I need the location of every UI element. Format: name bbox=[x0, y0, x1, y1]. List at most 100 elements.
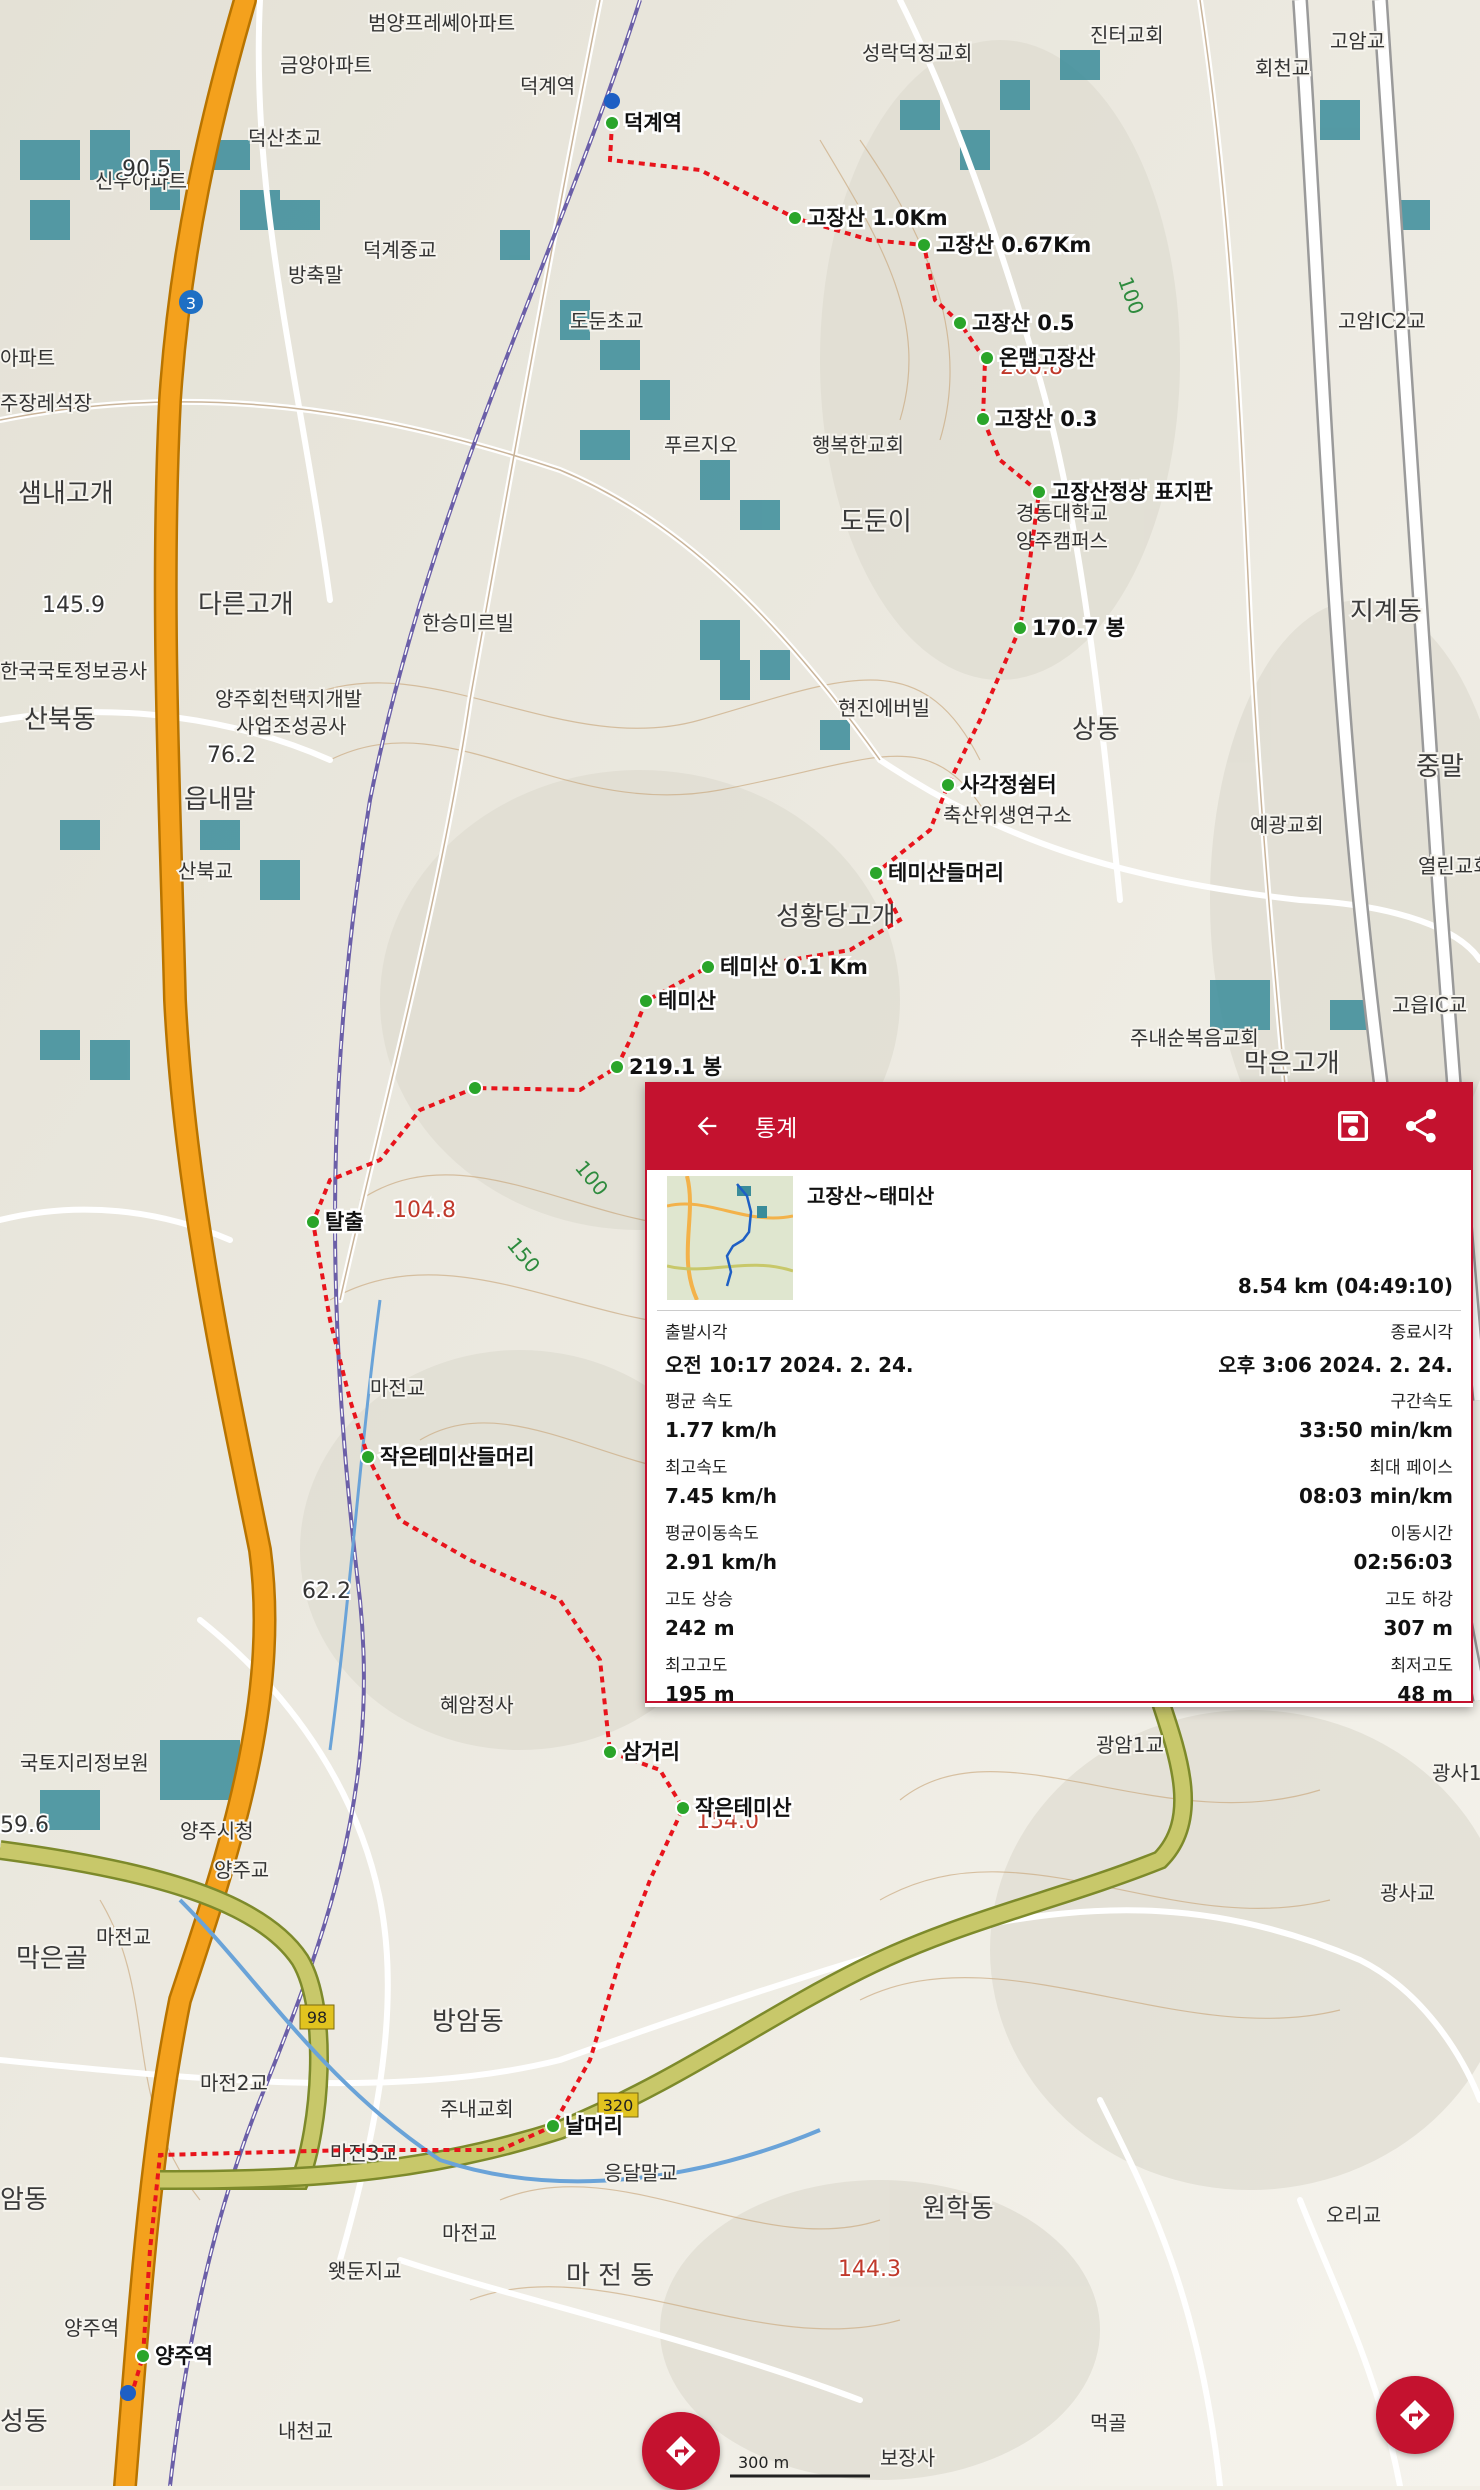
place-label: 진터교회 bbox=[1090, 23, 1164, 47]
place-label: 한국국토정보공사 bbox=[0, 659, 147, 683]
place-label: 응달말교 bbox=[604, 2161, 678, 2185]
place-label: 고암IC2교 bbox=[1338, 309, 1426, 333]
place-label: 보장사 bbox=[880, 2446, 935, 2470]
stat-right: 고도 하강 307 m bbox=[1383, 1579, 1453, 1645]
waypoint[interactable] bbox=[467, 1080, 483, 1096]
stat-right: 최대 페이스 08:03 min/km bbox=[1299, 1447, 1453, 1513]
place-label: 사업조성공사 bbox=[236, 714, 346, 738]
stat-value: 오후 3:06 2024. 2. 24. bbox=[1218, 1353, 1453, 1377]
waypoint-dot[interactable] bbox=[305, 1214, 321, 1230]
elevation-label: 76.2 bbox=[207, 743, 256, 768]
place-label: 원학동 bbox=[922, 2194, 994, 2224]
stat-left: 최고고도 195 m bbox=[665, 1645, 735, 1711]
waypoint-label: 사각정쉼터 bbox=[960, 773, 1057, 797]
place-label: 읍내말 bbox=[184, 785, 256, 815]
stat-label: 평균 속도 bbox=[665, 1391, 733, 1412]
waypoint[interactable]: 고장산 1.0Km bbox=[787, 204, 950, 233]
place-label: 예광교회 bbox=[1250, 813, 1324, 837]
panel-body: 고장산~태미산 8.54 km (04:49:10) 출발시각 오전 10:17 … bbox=[645, 1170, 1473, 1706]
waypoint-label: 고장산 0.5 bbox=[972, 311, 1074, 335]
waypoint-dot[interactable] bbox=[1031, 484, 1047, 500]
place-label: 덕계역 bbox=[520, 74, 575, 98]
waypoint-dot[interactable] bbox=[545, 2118, 561, 2134]
place-label: 고암교 bbox=[1330, 29, 1385, 53]
waypoint-dot[interactable] bbox=[360, 1449, 376, 1465]
share-icon bbox=[1406, 1109, 1436, 1143]
place-label: 양주역 bbox=[64, 2316, 119, 2340]
waypoint-label: 219.1 봉 bbox=[629, 1055, 722, 1079]
panel-title: 통계 bbox=[755, 1116, 798, 1142]
stat-label: 평균이동속도 bbox=[665, 1523, 759, 1544]
place-label: 광사교 bbox=[1380, 1881, 1435, 1905]
waypoint-label: 170.7 봉 bbox=[1032, 616, 1125, 640]
place-label: 광사1 bbox=[1432, 1761, 1480, 1785]
track-summary[interactable]: 고장산~태미산 8.54 km (04:49:10) bbox=[657, 1170, 1461, 1311]
waypoint[interactable]: 작은테미산들머리 bbox=[360, 1443, 537, 1472]
waypoint[interactable]: 고장산 0.67Km bbox=[916, 231, 1094, 260]
waypoint-dot[interactable] bbox=[916, 237, 932, 253]
waypoint-dot[interactable] bbox=[868, 865, 884, 881]
waypoint-dot[interactable] bbox=[609, 1059, 625, 1075]
track-total: 8.54 km (04:49:10) bbox=[1237, 1274, 1453, 1298]
save-button[interactable] bbox=[1333, 1106, 1373, 1146]
place-label: 성락덕정교회 bbox=[862, 41, 972, 65]
waypoint-label: 고장산 0.3 bbox=[995, 407, 1097, 431]
waypoint-label: 날머리 bbox=[565, 2114, 623, 2138]
waypoint-dot[interactable] bbox=[700, 959, 716, 975]
track-thumbnail bbox=[667, 1176, 793, 1300]
waypoint[interactable]: 고장산 0.5 bbox=[952, 309, 1077, 338]
waypoint-dot[interactable] bbox=[135, 2348, 151, 2364]
waypoint-dot[interactable] bbox=[1012, 620, 1028, 636]
waypoint-label: 테미산 bbox=[658, 989, 716, 1013]
navigate-button-left[interactable] bbox=[642, 2412, 720, 2490]
waypoint[interactable]: 테미산들머리 bbox=[868, 859, 1006, 888]
stat-right: 이동시간 02:56:03 bbox=[1354, 1513, 1454, 1579]
waypoint-label: 테미산들머리 bbox=[888, 861, 1004, 885]
waypoint-dot[interactable] bbox=[602, 1744, 618, 1760]
waypoint-dot[interactable] bbox=[952, 315, 968, 331]
stat-right: 종료시각 오후 3:06 2024. 2. 24. bbox=[1218, 1315, 1453, 1381]
back-button[interactable] bbox=[687, 1106, 727, 1146]
stat-left: 출발시각 오전 10:17 2024. 2. 24. bbox=[665, 1315, 914, 1381]
waypoint-dot[interactable] bbox=[675, 1800, 691, 1816]
waypoint-dot[interactable] bbox=[979, 350, 995, 366]
waypoint-dot[interactable] bbox=[638, 993, 654, 1009]
waypoint-dot[interactable] bbox=[975, 411, 991, 427]
place-label: 한승미르빌 bbox=[422, 611, 514, 635]
stat-label: 최고속도 bbox=[665, 1457, 728, 1478]
stat-right: 최저고도 48 m bbox=[1390, 1645, 1453, 1711]
place-label: 막은고개 bbox=[1244, 1049, 1340, 1079]
stat-row: 평균이동속도 2.91 km/h 이동시간 02:56:03 bbox=[657, 1513, 1461, 1579]
share-button[interactable] bbox=[1401, 1106, 1441, 1146]
place-label: 행복한교회 bbox=[812, 433, 904, 457]
place-label: 양주교 bbox=[214, 1858, 269, 1882]
waypoint-dot[interactable] bbox=[787, 210, 803, 226]
place-label: 왯둔지교 bbox=[328, 2259, 402, 2283]
stat-value: 307 m bbox=[1383, 1615, 1453, 1640]
place-label: 아파트 bbox=[0, 346, 55, 370]
place-label: 경동대학교 bbox=[1016, 501, 1108, 525]
stat-left: 최고속도 7.45 km/h bbox=[665, 1447, 777, 1513]
waypoint[interactable]: 테미산 0.1 Km bbox=[700, 953, 870, 982]
elevation-label: 144.3 bbox=[838, 2257, 901, 2282]
waypoint-dot[interactable] bbox=[940, 777, 956, 793]
stat-value: 33:50 min/km bbox=[1298, 1417, 1453, 1442]
stat-value: 1.77 km/h bbox=[665, 1417, 777, 1442]
stat-label: 출발시각 bbox=[665, 1323, 728, 1343]
waypoint-dot[interactable] bbox=[604, 115, 620, 131]
place-label: 금양아파트 bbox=[280, 53, 372, 77]
place-label: 도둔초교 bbox=[570, 309, 644, 333]
waypoint[interactable]: 고장산정상 표지판 bbox=[1031, 478, 1215, 507]
place-label: 푸르지오 bbox=[664, 433, 738, 457]
stat-value: 242 m bbox=[665, 1615, 735, 1640]
stat-label: 최저고도 bbox=[1390, 1655, 1453, 1676]
stat-row: 출발시각 오전 10:17 2024. 2. 24. 종료시각 오후 3:06 202… bbox=[657, 1315, 1461, 1381]
waypoint[interactable]: 고장산 0.3 bbox=[975, 405, 1100, 434]
waypoint-dot[interactable] bbox=[467, 1080, 483, 1096]
panel-header: 통계 bbox=[645, 1082, 1473, 1170]
place-label: 마 전 동 bbox=[566, 2261, 654, 2291]
place-label: 광암1교 bbox=[1096, 1733, 1164, 1757]
place-label: 내천교 bbox=[278, 2419, 333, 2443]
navigate-button-right[interactable] bbox=[1376, 2376, 1454, 2454]
place-label: 축산위생연구소 bbox=[943, 803, 1072, 827]
